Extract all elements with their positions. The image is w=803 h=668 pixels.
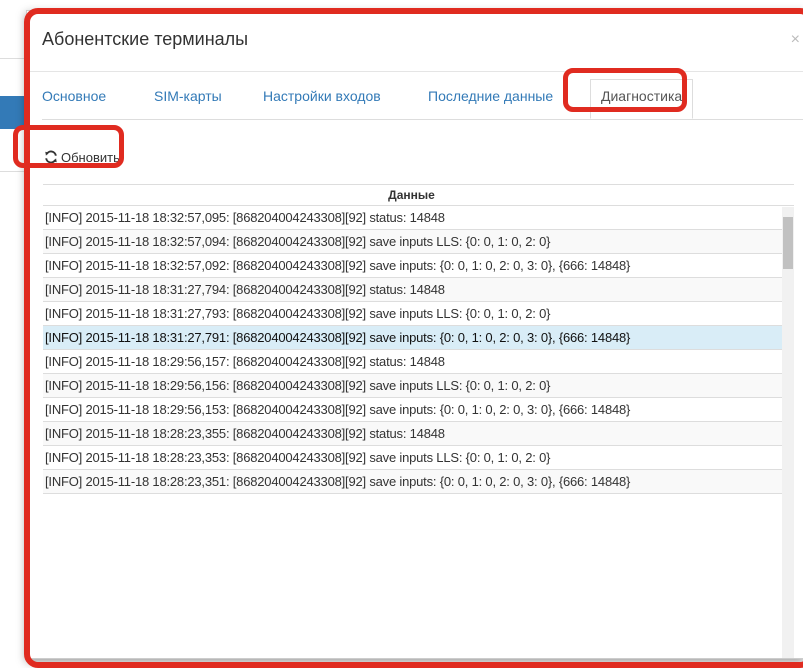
background-divider: [0, 171, 26, 172]
background-divider: [0, 58, 26, 59]
table-row[interactable]: [INFO] 2015-11-18 18:32:57,095: [8682040…: [43, 206, 794, 230]
tab-bar: Основное SIM-карты Настройки входов Посл…: [42, 72, 803, 120]
table-row[interactable]: [INFO] 2015-11-18 18:29:56,156: [8682040…: [43, 374, 794, 398]
log-rows: [INFO] 2015-11-18 18:32:57,095: [8682040…: [43, 206, 794, 494]
table-row[interactable]: [INFO] 2015-11-18 18:29:56,157: [8682040…: [43, 350, 794, 374]
table-row[interactable]: [INFO] 2015-11-18 18:28:23,351: [8682040…: [43, 470, 794, 494]
table-row[interactable]: [INFO] 2015-11-18 18:28:23,355: [8682040…: [43, 422, 794, 446]
tab-main[interactable]: Основное: [42, 88, 106, 104]
table-row[interactable]: [INFO] 2015-11-18 18:32:57,092: [8682040…: [43, 254, 794, 278]
log-table: Данные [INFO] 2015-11-18 18:32:57,095: […: [43, 184, 794, 658]
table-row[interactable]: [INFO] 2015-11-18 18:28:23,353: [8682040…: [43, 446, 794, 470]
refresh-button[interactable]: Обновить: [44, 146, 120, 168]
modal-title: Абонентские терминалы: [42, 29, 249, 49]
tab-last-data[interactable]: Последние данные: [428, 88, 553, 104]
close-icon[interactable]: ×: [791, 31, 800, 49]
modal-header: Абонентские терминалы ×: [27, 11, 803, 72]
tab-input-settings[interactable]: Настройки входов: [263, 88, 381, 104]
table-row[interactable]: [INFO] 2015-11-18 18:31:27,793: [8682040…: [43, 302, 794, 326]
vertical-scrollbar[interactable]: [782, 207, 794, 658]
tab-diagnostics[interactable]: Диагностика: [590, 79, 694, 119]
table-row[interactable]: [INFO] 2015-11-18 18:29:56,153: [8682040…: [43, 398, 794, 422]
table-header-data: Данные: [43, 185, 794, 206]
modal-dialog: Абонентские терминалы × Основное SIM-кар…: [26, 10, 803, 659]
table-row[interactable]: [INFO] 2015-11-18 18:32:57,094: [8682040…: [43, 230, 794, 254]
scrollbar-thumb[interactable]: [783, 217, 793, 269]
tab-sim-cards[interactable]: SIM-карты: [154, 88, 222, 104]
refresh-icon: [45, 150, 57, 164]
table-row-selected[interactable]: [INFO] 2015-11-18 18:31:27,791: [8682040…: [43, 326, 794, 350]
refresh-label: Обновить: [61, 149, 120, 165]
table-row[interactable]: [INFO] 2015-11-18 18:31:27,794: [8682040…: [43, 278, 794, 302]
background-button: [0, 96, 24, 129]
